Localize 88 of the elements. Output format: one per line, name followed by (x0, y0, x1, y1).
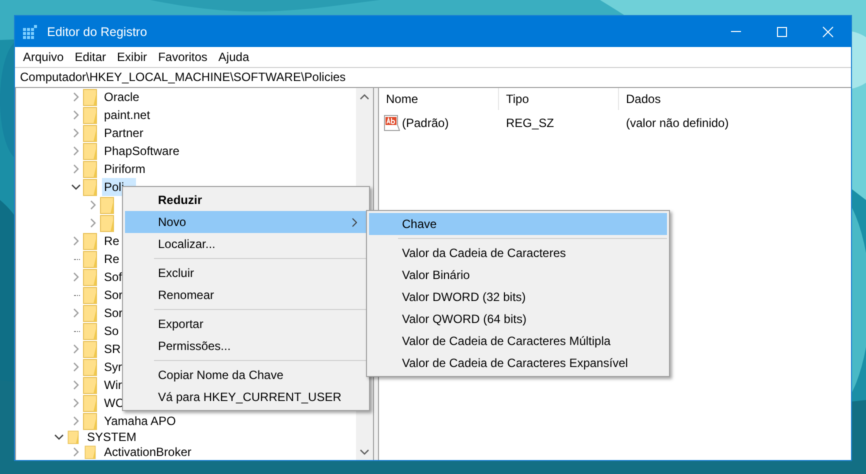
expand-chevron-icon[interactable] (88, 218, 98, 228)
collapse-chevron-icon[interactable] (54, 432, 64, 442)
menu-item[interactable]: Exportar (125, 313, 367, 335)
expand-chevron-icon[interactable] (71, 380, 81, 390)
tree-item[interactable]: PhapSoftware (102, 142, 182, 160)
folder-icon (83, 268, 99, 286)
tree-item[interactable]: paint.net (102, 106, 152, 124)
address-field[interactable]: Computador\HKEY_LOCAL_MACHINE\SOFTWARE\Policies (15, 67, 851, 88)
folder-icon (83, 304, 99, 322)
folder-icon (83, 106, 99, 124)
expand-chevron-icon[interactable] (71, 446, 81, 457)
menu-item[interactable]: Copiar Nome da Chave (125, 364, 367, 386)
folder-icon (83, 358, 99, 376)
folder-icon (83, 142, 99, 160)
expand-chevron-icon[interactable] (71, 92, 81, 102)
folder-icon (83, 322, 99, 340)
tree-item[interactable]: SR (102, 340, 123, 358)
menu-item[interactable]: Permissões... (125, 335, 367, 357)
folder-icon (83, 394, 99, 412)
registry-icon (22, 24, 38, 40)
menu-item[interactable]: Valor de Cadeia de Caracteres Expansível (369, 352, 667, 374)
menu-item[interactable]: Ajuda (212, 50, 254, 64)
tree-item[interactable]: Wir (102, 376, 124, 394)
expand-chevron-icon[interactable] (88, 200, 98, 210)
tree-item[interactable]: Re (102, 250, 122, 268)
tree-connector (74, 258, 80, 260)
expand-chevron-icon[interactable] (71, 128, 81, 138)
column-header[interactable]: Nome (379, 88, 499, 110)
menu-item[interactable]: Valor de Cadeia de Caracteres Múltipla (369, 330, 667, 352)
value-data: (valor não definido) (625, 116, 729, 130)
expand-chevron-icon[interactable] (71, 146, 81, 156)
tree-connector (74, 330, 80, 332)
tree-item[interactable]: Syr (102, 358, 124, 376)
folder-icon (83, 376, 99, 394)
folder-icon (83, 232, 99, 250)
expand-chevron-icon[interactable] (71, 416, 81, 426)
value-type: REG_SZ (505, 116, 556, 130)
expand-chevron-icon[interactable] (71, 398, 81, 408)
menu-item[interactable]: Valor Binário (369, 264, 667, 286)
column-header[interactable]: Tipo (499, 88, 619, 110)
expand-chevron-icon[interactable] (71, 362, 81, 372)
folder-icon (100, 196, 116, 214)
menu-item[interactable]: Localizar... (125, 233, 367, 255)
maximize-icon (776, 26, 788, 38)
tree-item[interactable]: Piriform (102, 160, 148, 178)
expand-chevron-icon[interactable] (71, 164, 81, 174)
folder-icon (100, 214, 116, 232)
tree-item[interactable]: Sof (102, 268, 124, 286)
folder-icon (83, 340, 99, 358)
menu-item[interactable]: Editar (68, 50, 112, 64)
tree-item[interactable]: Sor (102, 304, 125, 322)
close-icon (822, 26, 834, 38)
menu-item[interactable]: Exibir (111, 50, 152, 64)
menu-item[interactable]: Valor QWORD (64 bits) (369, 308, 667, 330)
expand-chevron-icon[interactable] (71, 272, 81, 282)
folder-icon (83, 124, 99, 142)
expand-chevron-icon[interactable] (71, 110, 81, 120)
collapse-chevron-icon[interactable] (71, 182, 81, 192)
menu-item[interactable]: Arquivo (17, 50, 69, 64)
tree-item[interactable]: Sor (102, 286, 125, 304)
expand-chevron-icon[interactable] (71, 236, 81, 246)
menu-item[interactable]: Renomear (125, 284, 367, 306)
column-header[interactable]: Dados (619, 88, 661, 110)
menu-item[interactable]: Vá para HKEY_CURRENT_USER (125, 386, 367, 408)
tree-connector (74, 294, 80, 296)
menu-item[interactable]: Novo (125, 211, 367, 233)
folder-icon (83, 286, 99, 304)
folder-icon (83, 178, 99, 196)
menu-item[interactable]: Favoritos (152, 50, 212, 64)
tree-item[interactable]: Re (102, 232, 122, 250)
menu-item[interactable]: Chave (369, 213, 667, 235)
tree-item[interactable]: Yamaha APO (102, 412, 178, 430)
tree-item[interactable]: Oracle (102, 88, 142, 106)
tree-item[interactable]: So (102, 322, 121, 340)
expand-chevron-icon[interactable] (71, 308, 81, 318)
window-title: Editor do Registro (47, 24, 148, 38)
folder-icon (83, 88, 99, 106)
menu-item[interactable]: Valor da Cadeia de Caracteres (369, 242, 667, 264)
menu-item[interactable]: Excluir (125, 262, 367, 284)
value-name[interactable]: (Padrão) (402, 116, 449, 130)
tree-item[interactable]: Partner (102, 124, 146, 142)
menu-item[interactable]: Valor DWORD (32 bits) (369, 286, 667, 308)
folder-icon (83, 412, 99, 430)
expand-chevron-icon[interactable] (71, 344, 81, 354)
folder-icon (83, 160, 99, 178)
folder-icon (83, 250, 99, 268)
string-value-icon (384, 115, 400, 131)
minimize-icon (731, 31, 741, 32)
